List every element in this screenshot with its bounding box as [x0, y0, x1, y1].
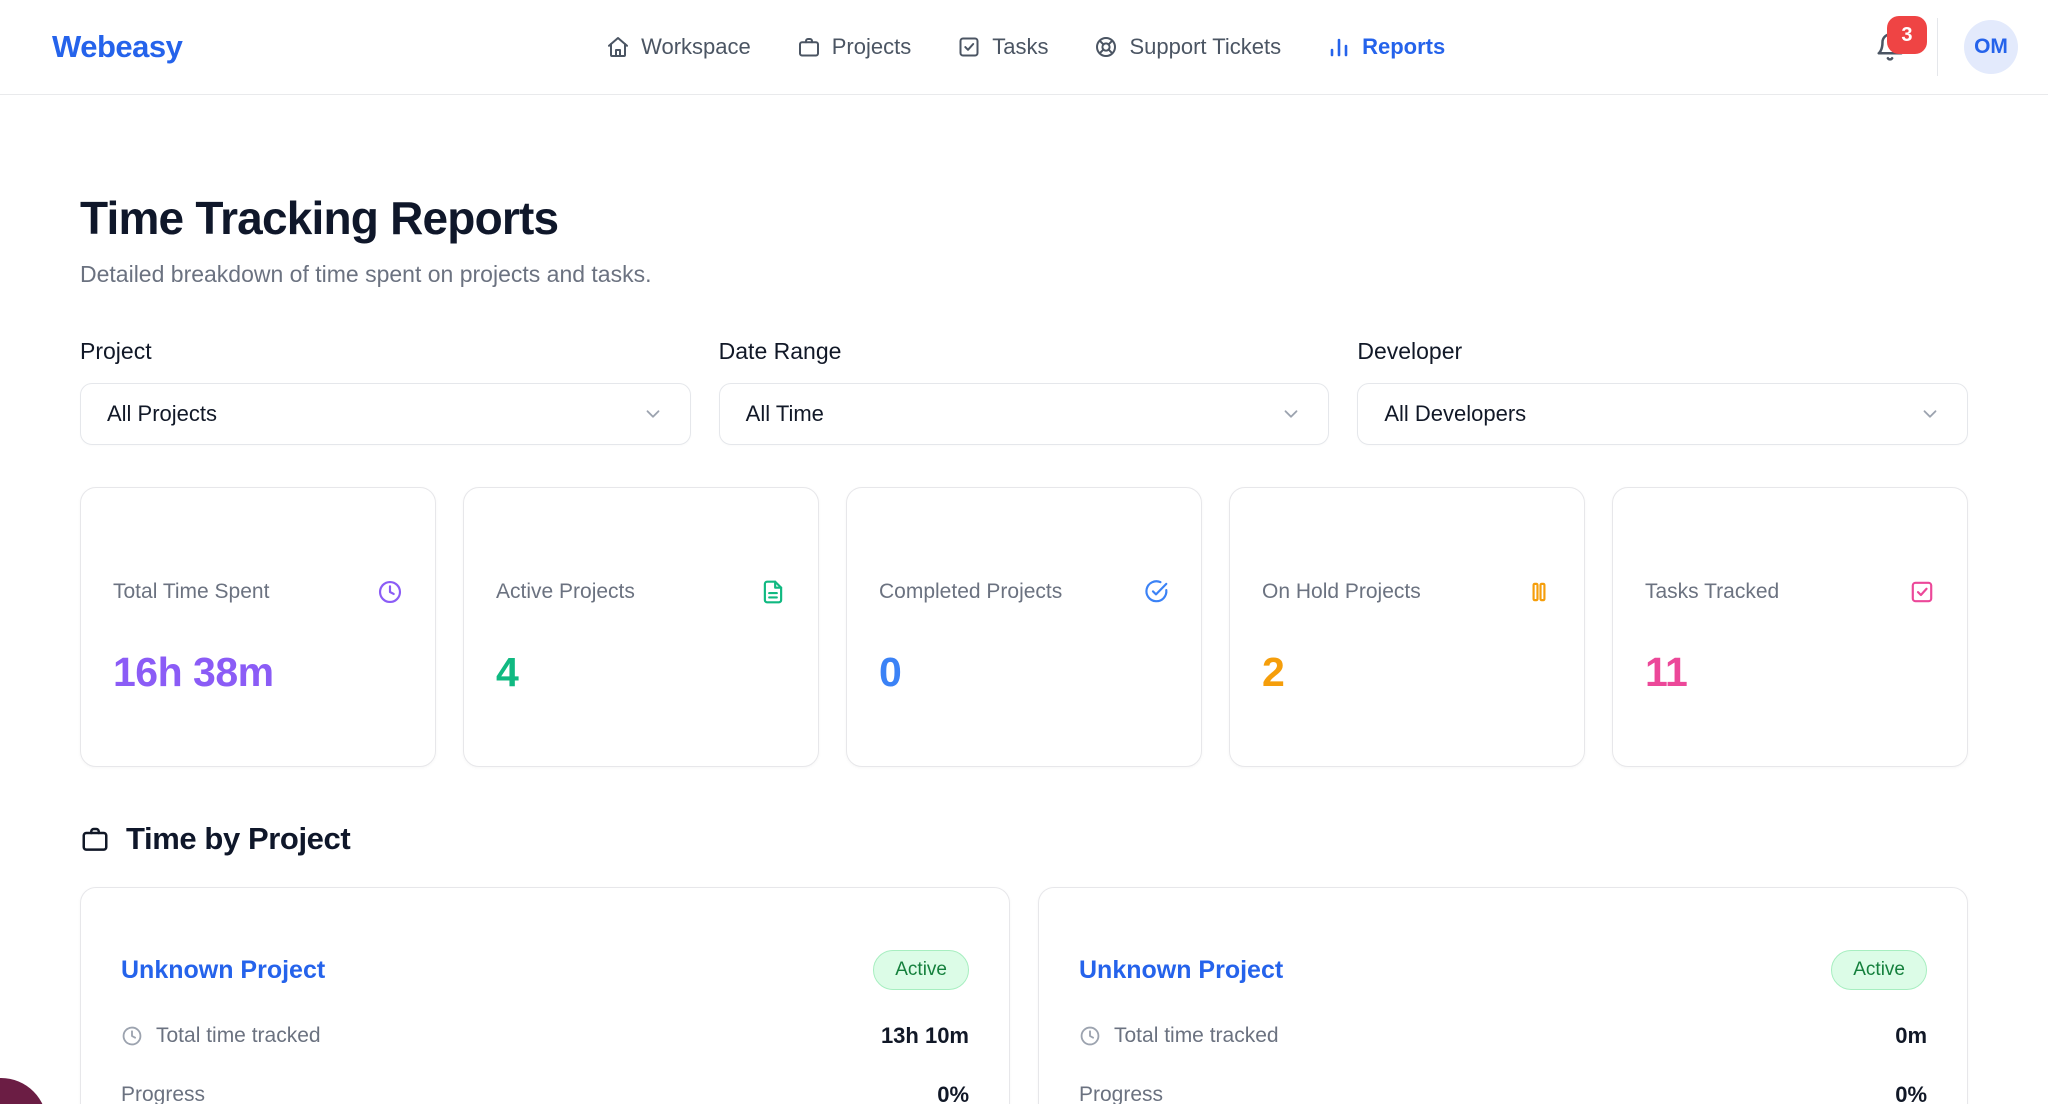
projects-grid: Unknown Project Active Total time tracke… — [80, 887, 1968, 1104]
page-title: Time Tracking Reports — [80, 191, 1968, 245]
project-name-link[interactable]: Unknown Project — [1079, 956, 1283, 985]
nav-label: Reports — [1362, 34, 1445, 60]
section-title: Time by Project — [126, 821, 350, 857]
project-card: Unknown Project Active Total time tracke… — [80, 887, 1010, 1104]
time-tracked-label: Total time tracked — [1114, 1024, 1279, 1048]
stat-value: 4 — [496, 649, 786, 696]
pause-icon — [1526, 579, 1552, 605]
time-by-project-header: Time by Project — [80, 821, 1968, 857]
check-circle-icon — [1143, 579, 1169, 605]
life-buoy-icon — [1094, 35, 1118, 59]
nav-item-projects[interactable]: Projects — [797, 34, 911, 60]
notification-count-badge: 3 — [1887, 16, 1927, 54]
home-icon — [606, 35, 630, 59]
app-logo[interactable]: Webeasy — [52, 29, 182, 65]
time-tracked-value: 0m — [1895, 1023, 1927, 1049]
check-square-icon — [1909, 579, 1935, 605]
status-badge: Active — [873, 950, 969, 990]
progress-label: Progress — [121, 1083, 205, 1104]
developer-select[interactable]: All Developers — [1357, 383, 1968, 445]
page-subtitle: Detailed breakdown of time spent on proj… — [80, 261, 1968, 288]
stats-row: Total Time Spent 16h 38m Active Projects… — [80, 487, 1968, 767]
developer-select-value: All Developers — [1384, 401, 1526, 427]
clock-icon — [377, 579, 403, 605]
stat-value: 2 — [1262, 649, 1552, 696]
clock-icon — [1079, 1025, 1101, 1047]
notifications-button[interactable]: 3 — [1869, 26, 1911, 68]
briefcase-icon — [797, 35, 821, 59]
project-name-link[interactable]: Unknown Project — [121, 956, 325, 985]
main-nav: Workspace Projects Tasks Support Tickets… — [606, 34, 1445, 60]
progress-label: Progress — [1079, 1083, 1163, 1104]
filters-row: Project All Projects Date Range All Time… — [80, 338, 1968, 445]
chevron-down-icon — [1919, 403, 1941, 425]
stat-value: 11 — [1645, 649, 1935, 696]
stat-label: Total Time Spent — [113, 580, 269, 604]
stat-value: 16h 38m — [113, 649, 403, 696]
top-right-controls: 3 OM — [1869, 18, 2018, 76]
filter-project: Project All Projects — [80, 338, 691, 445]
stat-value: 0 — [879, 649, 1169, 696]
main-content: Time Tracking Reports Detailed breakdown… — [0, 191, 2048, 1104]
chevron-down-icon — [1280, 403, 1302, 425]
nav-item-tasks[interactable]: Tasks — [957, 34, 1048, 60]
filter-project-label: Project — [80, 338, 691, 365]
nav-label: Support Tickets — [1129, 34, 1281, 60]
stat-label: Completed Projects — [879, 580, 1062, 604]
time-tracked-label: Total time tracked — [156, 1024, 321, 1048]
project-select-value: All Projects — [107, 401, 217, 427]
chevron-down-icon — [642, 403, 664, 425]
nav-item-support-tickets[interactable]: Support Tickets — [1094, 34, 1281, 60]
time-tracked-value: 13h 10m — [881, 1023, 969, 1049]
file-text-icon — [760, 579, 786, 605]
check-square-icon — [957, 35, 981, 59]
briefcase-icon — [80, 824, 110, 854]
top-navigation-bar: Webeasy Workspace Projects Tasks Support… — [0, 0, 2048, 95]
stat-label: Active Projects — [496, 580, 635, 604]
status-badge: Active — [1831, 950, 1927, 990]
project-select[interactable]: All Projects — [80, 383, 691, 445]
filter-developer-label: Developer — [1357, 338, 1968, 365]
stat-label: On Hold Projects — [1262, 580, 1421, 604]
project-card: Unknown Project Active Total time tracke… — [1038, 887, 1968, 1104]
nav-label: Tasks — [992, 34, 1048, 60]
stat-card-active-projects: Active Projects 4 — [463, 487, 819, 767]
stat-card-tasks-tracked: Tasks Tracked 11 — [1612, 487, 1968, 767]
nav-item-workspace[interactable]: Workspace — [606, 34, 751, 60]
stat-card-on-hold-projects: On Hold Projects 2 — [1229, 487, 1585, 767]
progress-value: 0% — [1895, 1082, 1927, 1104]
stat-label: Tasks Tracked — [1645, 580, 1779, 604]
stat-card-completed-projects: Completed Projects 0 — [846, 487, 1202, 767]
date-range-select[interactable]: All Time — [719, 383, 1330, 445]
header-divider — [1937, 18, 1938, 76]
nav-item-reports[interactable]: Reports — [1327, 34, 1445, 60]
user-avatar[interactable]: OM — [1964, 20, 2018, 74]
date-range-select-value: All Time — [746, 401, 824, 427]
filter-developer: Developer All Developers — [1357, 338, 1968, 445]
filter-date-range: Date Range All Time — [719, 338, 1330, 445]
nav-label: Projects — [832, 34, 911, 60]
nav-label: Workspace — [641, 34, 751, 60]
clock-icon — [121, 1025, 143, 1047]
filter-date-range-label: Date Range — [719, 338, 1330, 365]
bar-chart-icon — [1327, 35, 1351, 59]
progress-value: 0% — [937, 1082, 969, 1104]
stat-card-total-time-spent: Total Time Spent 16h 38m — [80, 487, 436, 767]
